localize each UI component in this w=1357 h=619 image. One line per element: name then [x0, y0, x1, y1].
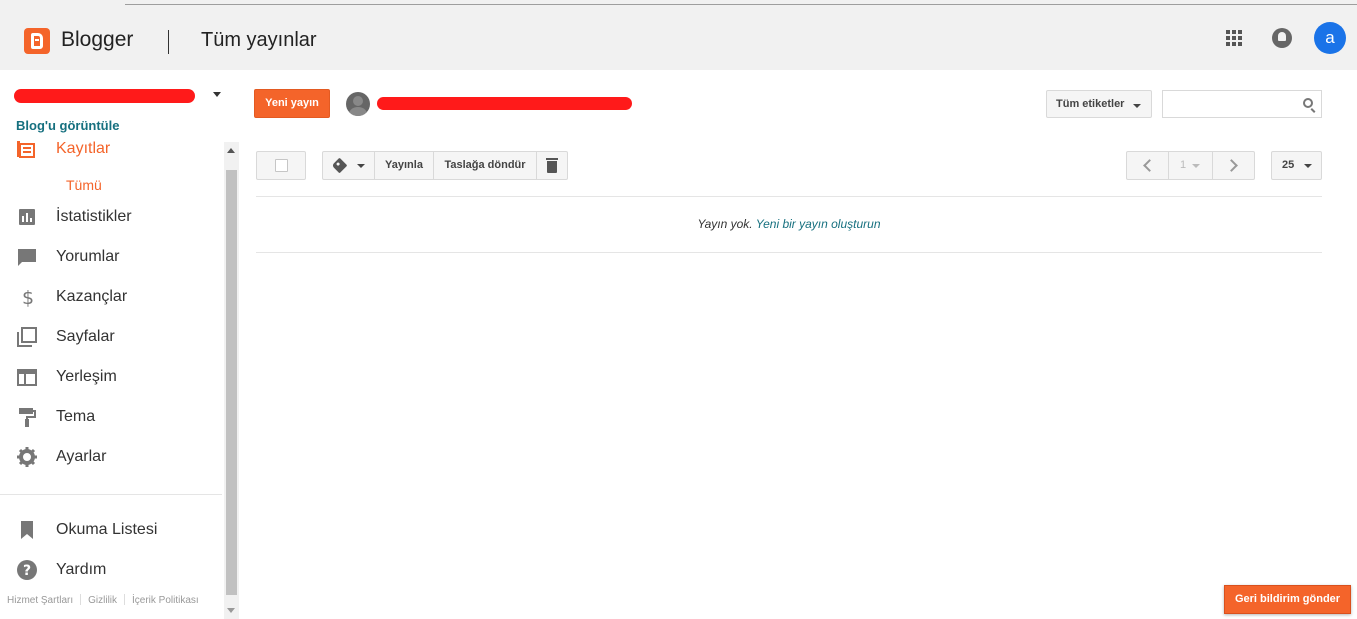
sidebar-item-label: Tema [56, 408, 96, 425]
sidebar-item-label: Yerleşim [56, 368, 117, 385]
blogger-logo-icon[interactable] [24, 28, 50, 54]
sidebar-item-label: Yardım [56, 561, 107, 578]
sidebar-scrollbar[interactable] [224, 142, 239, 619]
chevron-down-icon [1133, 104, 1141, 108]
new-post-button[interactable]: Yeni yayın [254, 89, 330, 118]
sidebar-item-posts[interactable]: Kayıtlar [0, 134, 222, 170]
chevron-down-icon [1304, 164, 1312, 168]
sidebar-item-theme[interactable]: Tema [0, 399, 222, 435]
send-feedback-button[interactable]: Geri bildirim gönder [1224, 585, 1351, 614]
delete-button[interactable] [536, 151, 568, 180]
page-size-select[interactable]: 25 [1271, 151, 1322, 180]
stats-icon [19, 209, 35, 225]
help-icon: ? [17, 560, 37, 580]
search-icon[interactable] [1303, 98, 1313, 108]
sidebar-item-settings[interactable]: Ayarlar [0, 439, 222, 475]
empty-state-message: Yayın yok. Yeni bir yayın oluşturun [256, 217, 1322, 231]
empty-state-text: Yayın yok. [697, 217, 753, 231]
sidebar-divider [0, 494, 222, 495]
posts-icon [17, 141, 35, 158]
sidebar-item-help[interactable]: ? Yardım [0, 552, 222, 588]
all-labels-dropdown[interactable]: Tüm etiketler [1046, 90, 1152, 118]
gear-icon [17, 447, 37, 467]
scroll-up-arrow-icon[interactable] [227, 148, 235, 153]
blog-selector-caret-icon[interactable] [213, 92, 221, 97]
sidebar-item-earnings[interactable]: $ Kazançlar [0, 279, 222, 315]
sidebar-item-layout[interactable]: Yerleşim [0, 359, 222, 395]
paint-roller-icon [19, 408, 36, 427]
header-separator [168, 30, 169, 54]
privacy-link[interactable]: Gizlilik [88, 595, 117, 606]
chevron-right-icon [1225, 159, 1238, 172]
comments-icon [18, 249, 36, 266]
sidebar-subitem-all[interactable]: Tümü [66, 177, 102, 193]
sidebar-footer-links: Hizmet Şartları Gizlilik İçerik Politikası [7, 594, 199, 606]
sidebar-item-reading-list[interactable]: Okuma Listesi [0, 512, 222, 548]
sidebar-item-label: İstatistikler [56, 208, 132, 225]
terms-link[interactable]: Hizmet Şartları [7, 595, 73, 606]
trash-icon [546, 158, 558, 173]
sidebar-item-label: Sayfalar [56, 328, 115, 345]
account-avatar[interactable]: a [1314, 22, 1346, 54]
sidebar-item-label: Yorumlar [56, 248, 120, 265]
page-number: 1 [1180, 159, 1187, 171]
content-policy-link[interactable]: İçerik Politikası [132, 595, 199, 606]
sidebar-item-stats[interactable]: İstatistikler [0, 199, 222, 235]
list-bottom-divider [256, 252, 1322, 253]
chevron-down-icon [1192, 164, 1200, 168]
list-top-divider [256, 196, 1322, 197]
blog-name-redacted[interactable] [14, 89, 195, 103]
page-size-value: 25 [1282, 159, 1295, 171]
create-post-link[interactable]: Yeni bir yayın oluşturun [756, 217, 881, 231]
bookmark-icon [21, 521, 33, 539]
brand-name[interactable]: Blogger [61, 28, 133, 52]
svg-text:?: ? [23, 563, 31, 579]
select-all-checkbox[interactable] [256, 151, 306, 180]
scroll-down-arrow-icon[interactable] [227, 608, 235, 613]
page-number-select[interactable]: 1 [1168, 151, 1213, 180]
sidebar-item-label: Kazançlar [56, 288, 128, 305]
sidebar: Blog'u görüntüle Kayıtlar Tümü İstatisti… [0, 70, 240, 619]
label-menu-button[interactable] [322, 151, 375, 180]
scrollbar-thumb[interactable] [226, 170, 237, 595]
author-name-redacted [377, 97, 632, 110]
all-labels-label: Tüm etiketler [1056, 98, 1125, 110]
dollar-icon: $ [22, 287, 34, 307]
next-page-button[interactable] [1212, 151, 1255, 180]
tag-icon [331, 157, 348, 174]
notifications-bell-icon[interactable] [1272, 28, 1292, 48]
apps-grid-icon[interactable] [1226, 30, 1242, 46]
pages-icon [17, 327, 37, 347]
search-input[interactable] [1162, 90, 1322, 118]
sidebar-item-label: Ayarlar [56, 448, 107, 465]
chevron-left-icon [1143, 159, 1156, 172]
layout-icon [17, 369, 37, 386]
app-header: Blogger Tüm yayınlar a [0, 6, 1357, 70]
sidebar-item-label: Kayıtlar [56, 140, 111, 157]
svg-text:$: $ [22, 287, 34, 307]
chevron-down-icon [357, 164, 365, 168]
sidebar-item-pages[interactable]: Sayfalar [0, 319, 222, 355]
previous-page-button[interactable] [1126, 151, 1169, 180]
view-blog-link[interactable]: Blog'u görüntüle [16, 118, 119, 133]
sidebar-item-label: Okuma Listesi [56, 521, 158, 538]
revert-to-draft-button[interactable]: Taslağa döndür [433, 151, 537, 180]
author-avatar[interactable] [346, 92, 370, 116]
publish-button[interactable]: Yayınla [374, 151, 434, 180]
page-title: Tüm yayınlar [201, 29, 317, 51]
sidebar-item-comments[interactable]: Yorumlar [0, 239, 222, 275]
